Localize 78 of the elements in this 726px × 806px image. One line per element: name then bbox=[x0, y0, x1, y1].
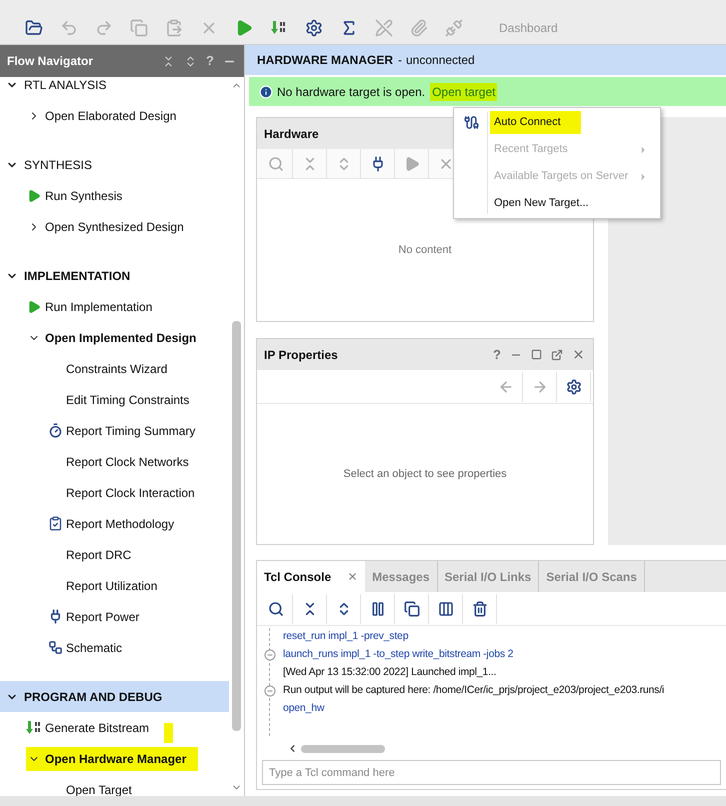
view-title: HARDWARE MANAGER bbox=[257, 52, 393, 69]
nav-item[interactable]: Run Synthesis bbox=[26, 184, 134, 208]
console-line: launch_runs impl_1 -to_step write_bitstream -jobs 2 bbox=[283, 647, 514, 662]
back-icon bbox=[498, 378, 514, 394]
fold-icon[interactable] bbox=[264, 649, 276, 661]
undo-icon bbox=[60, 19, 78, 37]
section-header[interactable]: SYNTHESIS bbox=[0, 149, 229, 180]
console-line: [Wed Apr 13 15:32:00 2022] Launched impl_1... bbox=[283, 665, 496, 680]
nav-item[interactable]: Open Target bbox=[47, 778, 144, 796]
nav-item[interactable]: Edit Timing Constraints bbox=[47, 388, 202, 412]
nav-item[interactable]: Constraints Wizard bbox=[47, 356, 180, 380]
play-icon bbox=[404, 156, 420, 172]
unplug-icon bbox=[444, 19, 462, 37]
tab[interactable]: Tcl Console bbox=[257, 561, 366, 592]
pen-off-icon bbox=[374, 19, 392, 37]
close-icon[interactable] bbox=[572, 348, 585, 361]
nav-item[interactable]: Report DRC bbox=[47, 542, 144, 566]
close-icon[interactable] bbox=[347, 571, 358, 582]
fold-icon[interactable] bbox=[264, 685, 276, 697]
pause-icon bbox=[370, 600, 386, 616]
search-icon bbox=[268, 156, 284, 172]
section-header[interactable]: IMPLEMENTATION bbox=[0, 260, 229, 291]
menu-item[interactable]: Open New Target... bbox=[454, 190, 660, 217]
nav-item[interactable]: Open Synthesized Design bbox=[26, 214, 196, 238]
section-header[interactable]: PROGRAM AND DEBUG bbox=[0, 681, 229, 712]
nav-item[interactable]: Report Utilization bbox=[47, 574, 170, 598]
connect-icon bbox=[464, 115, 478, 130]
clipboard-check-icon bbox=[48, 516, 62, 531]
columns-icon bbox=[438, 600, 454, 616]
panel-title: IP Properties bbox=[264, 346, 339, 364]
empty-message: Select an object to see properties bbox=[343, 466, 507, 482]
settings-icon bbox=[304, 19, 322, 37]
title-separator: - bbox=[398, 52, 402, 69]
nav-item[interactable]: Schematic bbox=[47, 636, 134, 660]
help-button[interactable]: ? bbox=[493, 344, 501, 364]
nav-item[interactable]: Run Implementation bbox=[26, 294, 164, 318]
nav-item[interactable]: Generate Bitstream bbox=[26, 716, 162, 740]
panel-title: Flow Navigator bbox=[7, 53, 94, 70]
nav-item[interactable]: Report Timing Summary bbox=[47, 418, 208, 442]
menu-item[interactable]: Auto Connect bbox=[454, 109, 660, 136]
console-line: Run output will be captured here: /home/ICer/ic_prjs/project_e203/project_e203.runs/i bbox=[283, 683, 664, 698]
schematic-icon bbox=[48, 640, 62, 655]
console-line: open_hw bbox=[283, 701, 324, 716]
float-icon[interactable] bbox=[551, 348, 563, 360]
info-message: No hardware target is open. bbox=[277, 84, 426, 100]
nav-item[interactable]: Report Power bbox=[47, 604, 152, 628]
panel-title: Hardware bbox=[264, 126, 320, 142]
nav-item[interactable]: Open Elaborated Design bbox=[26, 104, 188, 128]
search-icon bbox=[268, 600, 284, 616]
trash-icon bbox=[472, 600, 488, 616]
section-header[interactable]: RTL ANALYSIS bbox=[0, 77, 229, 100]
command-field[interactable]: Type a Tcl command here bbox=[262, 760, 721, 785]
nav-item[interactable]: Report Clock Interaction bbox=[47, 480, 207, 504]
open-target-link[interactable]: Open target bbox=[430, 82, 498, 100]
redo-icon bbox=[94, 19, 112, 37]
empty-message: No content bbox=[398, 242, 452, 258]
connection-status: unconnected bbox=[406, 52, 475, 69]
folder-icon bbox=[24, 19, 42, 37]
stopwatch-icon bbox=[48, 423, 62, 438]
maximize-icon[interactable] bbox=[531, 349, 542, 360]
nav-item[interactable]: Report Clock Networks bbox=[47, 450, 201, 474]
copy-icon bbox=[404, 600, 420, 616]
copy-icon bbox=[130, 19, 148, 37]
paste-icon bbox=[164, 19, 182, 37]
bitstream-icon bbox=[26, 720, 42, 736]
nav-item[interactable]: Report Methodology bbox=[47, 512, 186, 536]
settings-icon bbox=[566, 378, 582, 394]
forward-icon bbox=[532, 378, 548, 394]
info-icon bbox=[259, 84, 273, 98]
play-icon bbox=[27, 300, 41, 314]
nav-item[interactable]: Open Hardware Manager bbox=[26, 746, 198, 770]
play-icon bbox=[27, 188, 41, 202]
scrollbar-thumb[interactable] bbox=[232, 321, 241, 731]
nav-item[interactable]: Open Implemented Design bbox=[26, 326, 208, 350]
scrollbar-thumb[interactable] bbox=[301, 744, 385, 752]
paperclip-icon bbox=[410, 19, 428, 37]
console-line: reset_run impl_1 -prev_step bbox=[283, 629, 408, 644]
bitstream-icon bbox=[270, 20, 286, 36]
